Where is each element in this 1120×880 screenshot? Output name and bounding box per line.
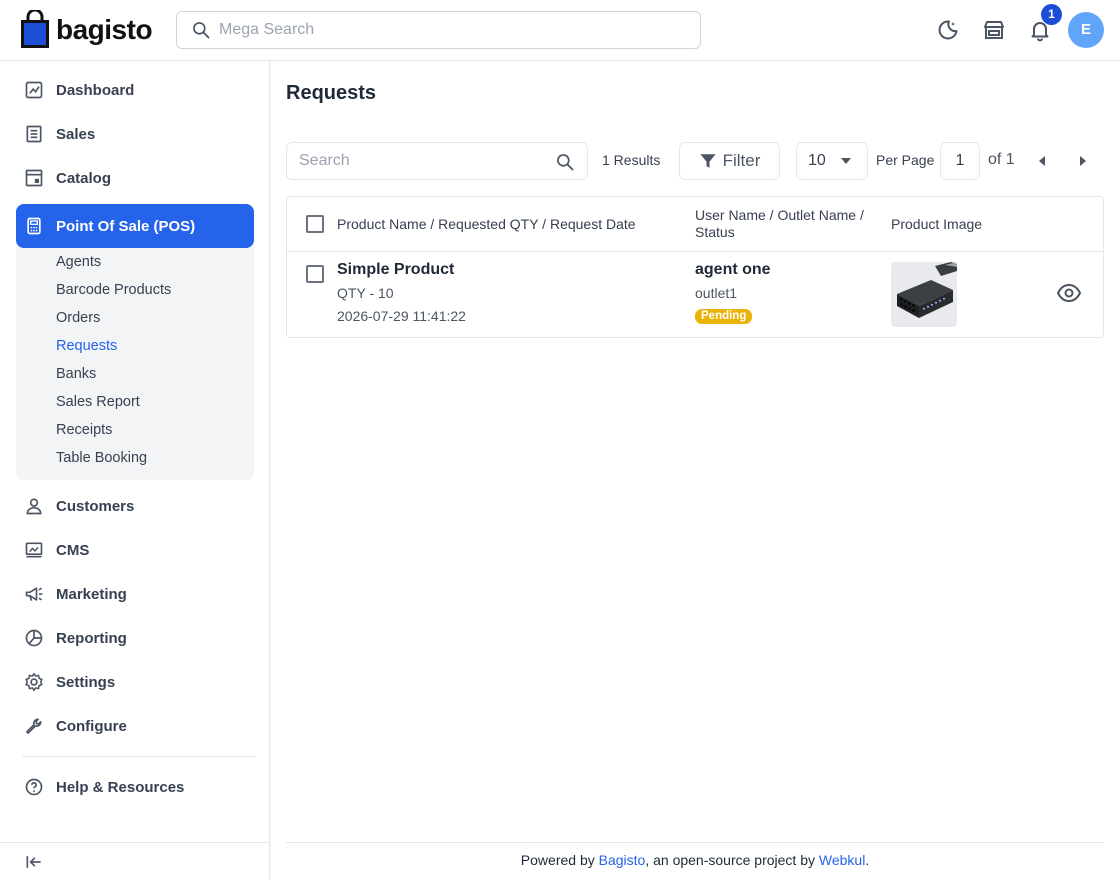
table-header: Product Name / Requested QTY / Request D… <box>287 197 1103 252</box>
submenu-banks[interactable]: Banks <box>56 364 96 384</box>
pos-icon <box>27 217 41 235</box>
status-badge: Pending <box>695 309 753 324</box>
search-icon[interactable] <box>555 152 575 172</box>
submenu-agents[interactable]: Agents <box>56 252 101 272</box>
user-name: agent one <box>695 261 771 278</box>
submenu-receipts[interactable]: Receipts <box>56 420 112 440</box>
notification-badge: 1 <box>1041 4 1062 25</box>
cms-icon <box>25 542 43 558</box>
column-image: Product Image <box>891 216 983 232</box>
megaphone-icon <box>25 587 43 601</box>
page-number-input[interactable] <box>940 142 980 180</box>
filter-label: Filter <box>722 151 761 170</box>
storefront-icon[interactable] <box>982 18 1006 42</box>
footer: Powered by Bagisto, an open-source proje… <box>286 852 1104 868</box>
sidebar-item-catalog[interactable]: Catalog <box>16 156 254 200</box>
sidebar: Dashboard Sales Catalog Point Of Sale (P… <box>0 61 270 880</box>
column-product[interactable]: Product Name / Requested QTY / Request D… <box>337 216 636 233</box>
sidebar-item-label: Help & Resources <box>56 778 185 796</box>
column-user-line1[interactable]: User Name / Outlet Name / <box>695 207 864 224</box>
sidebar-item-label: Point Of Sale (POS) <box>56 217 196 235</box>
dashboard-icon <box>25 81 43 99</box>
page-total: of 1 <box>988 151 1015 168</box>
sidebar-item-label: Configure <box>56 717 127 735</box>
sidebar-item-settings[interactable]: Settings <box>16 660 254 704</box>
request-date: 2026-07-29 11:41:22 <box>337 308 466 324</box>
page-title: Requests <box>286 82 377 104</box>
logo[interactable]: bagisto <box>20 10 153 50</box>
sidebar-item-label: Marketing <box>56 585 127 603</box>
results-count: 1 Results <box>602 152 661 168</box>
product-image <box>891 262 957 327</box>
sidebar-item-configure[interactable]: Configure <box>16 704 254 748</box>
datagrid-search-input[interactable] <box>299 152 549 170</box>
sidebar-item-label: Settings <box>56 673 116 691</box>
wrench-icon <box>26 718 42 734</box>
sidebar-item-marketing[interactable]: Marketing <box>16 572 254 616</box>
column-user-line2[interactable]: Status <box>695 224 735 241</box>
bagisto-link[interactable]: Bagisto <box>599 852 646 868</box>
per-page-select[interactable]: 10 <box>796 142 868 180</box>
chevron-down-icon <box>841 158 851 164</box>
sidebar-item-label: Dashboard <box>56 81 135 99</box>
sales-icon <box>26 125 42 143</box>
select-all-checkbox[interactable] <box>306 215 324 233</box>
gear-icon <box>25 672 43 692</box>
sidebar-item-label: Sales <box>56 125 96 143</box>
sidebar-divider <box>22 756 255 757</box>
mega-search-input[interactable] <box>219 21 679 39</box>
pie-chart-icon <box>25 629 43 647</box>
submenu-sales-report[interactable]: Sales Report <box>56 392 140 412</box>
requested-qty: QTY - 10 <box>337 285 394 301</box>
catalog-icon <box>25 169 43 187</box>
prev-page-icon[interactable] <box>1037 155 1047 167</box>
filter-button[interactable]: Filter <box>679 142 780 180</box>
submenu-table-booking[interactable]: Table Booking <box>56 448 147 468</box>
per-page-value: 10 <box>808 152 826 169</box>
sidebar-item-customers[interactable]: Customers <box>16 484 254 528</box>
collapse-sidebar-icon[interactable] <box>24 852 44 872</box>
footer-middle: , an open-source project by <box>645 852 819 868</box>
footer-suffix: . <box>865 852 870 868</box>
sidebar-item-help[interactable]: Help & Resources <box>16 765 254 809</box>
help-icon <box>25 778 43 796</box>
dark-mode-icon[interactable] <box>936 18 960 42</box>
filter-icon <box>700 154 716 168</box>
search-icon <box>193 22 210 39</box>
per-page-label: Per Page <box>876 152 935 168</box>
requests-table: Product Name / Requested QTY / Request D… <box>286 196 1104 338</box>
sidebar-item-cms[interactable]: CMS <box>16 528 254 572</box>
sidebar-item-pos[interactable]: Point Of Sale (POS) <box>16 204 254 248</box>
sidebar-item-label: Customers <box>56 497 135 515</box>
logo-text: bagisto <box>56 14 153 45</box>
eye-icon[interactable] <box>1057 283 1081 303</box>
footer-divider <box>286 842 1104 843</box>
datagrid-search[interactable] <box>286 142 588 180</box>
network-switch-image <box>891 262 957 327</box>
customers-icon <box>26 498 42 515</box>
row-checkbox[interactable] <box>306 265 324 283</box>
outlet-name: outlet1 <box>695 285 738 301</box>
sidebar-item-sales[interactable]: Sales <box>16 112 254 156</box>
sidebar-item-dashboard[interactable]: Dashboard <box>16 68 254 112</box>
sidebar-item-label: CMS <box>56 541 90 559</box>
footer-prefix: Powered by <box>520 852 599 868</box>
sidebar-footer-divider <box>0 842 270 843</box>
submenu-orders[interactable]: Orders <box>56 308 100 328</box>
shopping-bag-icon <box>21 10 49 48</box>
submenu-requests[interactable]: Requests <box>56 336 117 356</box>
user-avatar[interactable]: E <box>1068 12 1104 48</box>
mega-search-bar[interactable] <box>176 11 701 49</box>
top-header: bagisto 1 E <box>0 0 1120 61</box>
next-page-icon[interactable] <box>1078 155 1088 167</box>
sidebar-item-label: Catalog <box>56 169 112 187</box>
submenu-barcode-products[interactable]: Barcode Products <box>56 280 171 300</box>
webkul-link[interactable]: Webkul <box>819 852 865 868</box>
sidebar-item-label: Reporting <box>56 629 127 647</box>
sidebar-item-reporting[interactable]: Reporting <box>16 616 254 660</box>
product-name: Simple Product <box>337 261 455 278</box>
